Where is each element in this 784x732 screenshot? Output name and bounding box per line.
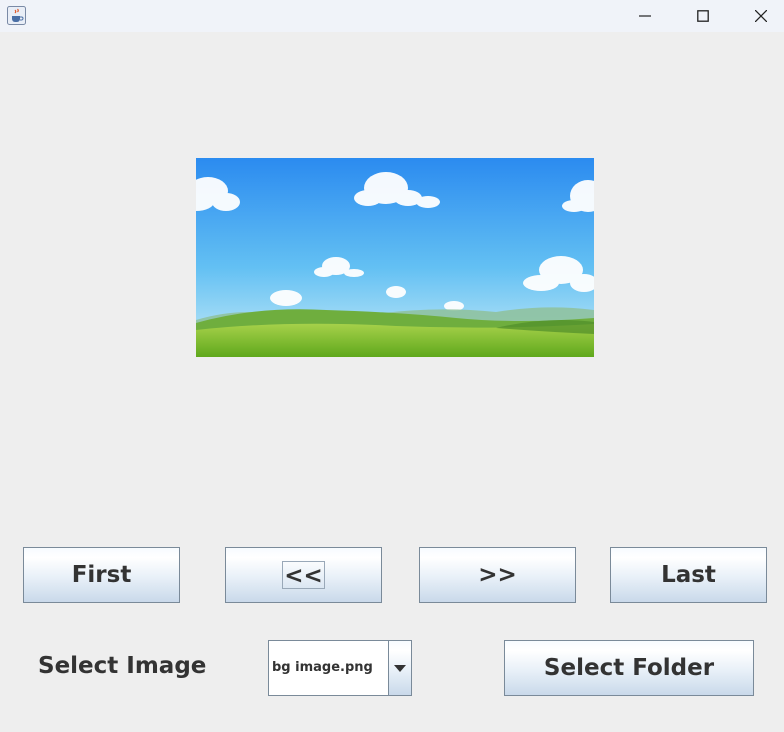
image-preview [196, 158, 594, 357]
minimize-button[interactable] [622, 0, 668, 32]
combo-dropdown-button[interactable] [388, 641, 411, 695]
first-button[interactable]: First [23, 547, 180, 603]
next-button[interactable]: >> [419, 547, 576, 603]
last-button-label: Last [661, 562, 716, 588]
maximize-icon [697, 10, 709, 22]
previous-button-label: << [282, 561, 325, 589]
previous-button[interactable]: << [225, 547, 382, 603]
last-button[interactable]: Last [610, 547, 767, 603]
java-app-icon[interactable] [7, 6, 26, 25]
image-combo-box[interactable]: bg image.png [268, 640, 412, 696]
select-folder-button[interactable]: Select Folder [504, 640, 754, 696]
next-button-label: >> [478, 562, 517, 588]
close-button[interactable] [738, 0, 784, 32]
title-bar [0, 0, 784, 32]
maximize-button[interactable] [680, 0, 726, 32]
select-folder-button-label: Select Folder [543, 655, 715, 681]
image-combo-value: bg image.png [272, 660, 373, 675]
close-icon [755, 10, 767, 22]
chevron-down-icon [394, 664, 406, 672]
minimize-icon [639, 15, 651, 17]
select-image-label: Select Image [38, 653, 207, 679]
first-button-label: First [71, 562, 132, 588]
